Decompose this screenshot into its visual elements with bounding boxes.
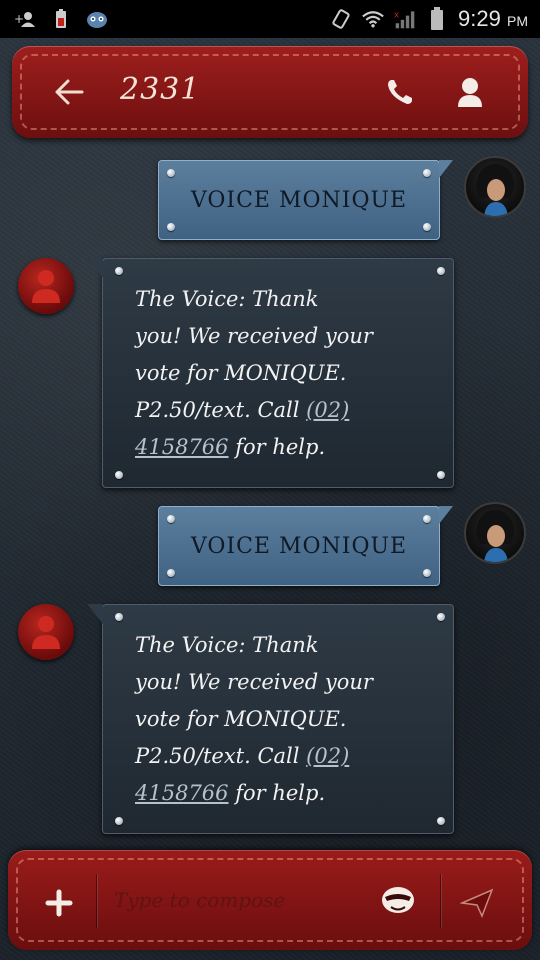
- send-button[interactable]: [458, 886, 496, 920]
- message-line: The Voice: Thank: [135, 287, 319, 311]
- profile-photo-icon: [476, 164, 514, 216]
- rivet: [423, 515, 431, 523]
- emoji-button[interactable]: [380, 882, 416, 918]
- sent-message-bubble[interactable]: VOICE MONIQUE: [158, 506, 453, 586]
- svg-text:+: +: [14, 12, 24, 26]
- rivet: [423, 569, 431, 577]
- rivet: [437, 267, 445, 275]
- sender-avatar[interactable]: [18, 258, 74, 314]
- add-contact-icon: +: [14, 8, 36, 30]
- message-line: vote for MONIQUE.: [135, 707, 347, 731]
- contact-button[interactable]: [452, 74, 488, 110]
- profile-photo-icon: [476, 510, 514, 562]
- sent-message-bubble[interactable]: VOICE MONIQUE: [158, 160, 453, 240]
- received-message-bubble[interactable]: The Voice: Thank you! We received your v…: [87, 258, 454, 488]
- rivet: [437, 471, 445, 479]
- contact-number-title: 2331: [120, 72, 201, 107]
- phone-icon: [388, 80, 412, 104]
- phone-number-link[interactable]: 4158766: [135, 435, 229, 459]
- message-line: you! We received your: [135, 324, 373, 348]
- header-stitching: [20, 54, 520, 130]
- status-time: 9:29 PM: [458, 6, 528, 31]
- call-button[interactable]: [382, 74, 418, 110]
- app-notification-icon: [86, 8, 108, 30]
- attach-button[interactable]: [42, 886, 76, 920]
- sender-avatar[interactable]: [18, 604, 74, 660]
- status-bar: + x 9:29 PM: [0, 0, 540, 38]
- my-avatar[interactable]: [464, 156, 526, 218]
- message-list[interactable]: VOICE MONIQUE The Voice: Thank you! We r…: [0, 148, 540, 843]
- compose-bar: [8, 850, 532, 950]
- send-icon: [460, 888, 494, 918]
- rivet: [115, 613, 123, 621]
- rivet: [167, 569, 175, 577]
- default-contact-icon: [32, 270, 60, 303]
- rivet: [167, 515, 175, 523]
- rivet: [115, 817, 123, 825]
- my-avatar[interactable]: [464, 502, 526, 564]
- divider: [96, 874, 97, 928]
- smiley-icon: [382, 887, 414, 913]
- message-line: 4158766 for help.: [135, 781, 326, 805]
- rivet: [167, 169, 175, 177]
- svg-text:x: x: [394, 9, 399, 19]
- person-icon: [458, 78, 482, 107]
- rivet: [423, 223, 431, 231]
- message-line: The Voice: Thank: [135, 633, 319, 657]
- message-line: you! We received your: [135, 670, 373, 694]
- sent-message-text: VOICE MONIQUE: [190, 187, 408, 213]
- rivet: [437, 817, 445, 825]
- wifi-icon: [362, 8, 384, 30]
- divider: [440, 874, 441, 928]
- received-message-text: The Voice: Thank you! We received your v…: [135, 627, 435, 812]
- phone-number-link[interactable]: (02): [306, 398, 349, 422]
- message-line: P2.50/text. Call (02): [135, 744, 350, 768]
- received-message-text: The Voice: Thank you! We received your v…: [135, 281, 435, 466]
- signal-icon: x: [394, 8, 416, 30]
- compose-input[interactable]: [112, 880, 376, 920]
- sent-message-text: VOICE MONIQUE: [190, 533, 408, 559]
- default-contact-icon: [32, 616, 60, 649]
- message-line: 4158766 for help.: [135, 435, 326, 459]
- battery-icon: [426, 7, 448, 30]
- arrow-left-icon: [55, 79, 84, 105]
- plus-icon: [45, 889, 73, 917]
- rivet: [423, 169, 431, 177]
- rivet: [115, 471, 123, 479]
- phone-number-link[interactable]: (02): [306, 744, 349, 768]
- rivet: [115, 267, 123, 275]
- received-message-bubble[interactable]: The Voice: Thank you! We received your v…: [87, 604, 454, 834]
- vibrate-icon: [330, 8, 352, 30]
- conversation-header: 2331: [12, 46, 528, 138]
- rivet: [167, 223, 175, 231]
- back-button[interactable]: [52, 76, 86, 108]
- message-line: vote for MONIQUE.: [135, 361, 347, 385]
- phone-number-link[interactable]: 4158766: [135, 781, 229, 805]
- message-line: P2.50/text. Call (02): [135, 398, 350, 422]
- rivet: [437, 613, 445, 621]
- battery-saver-icon: [50, 8, 72, 30]
